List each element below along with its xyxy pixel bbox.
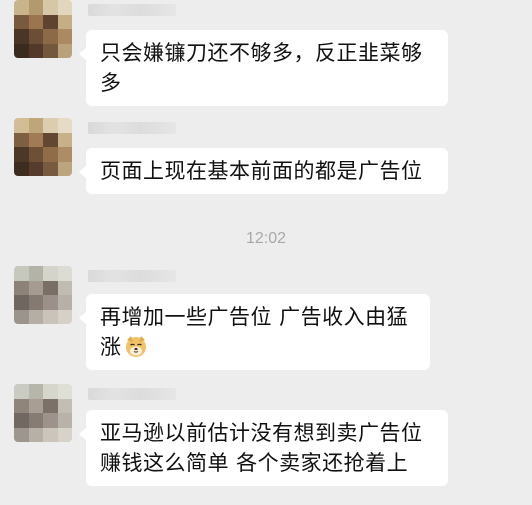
avatar[interactable] [14,384,72,442]
doge-emoji-icon [125,336,146,357]
avatar[interactable] [14,118,72,176]
message-bubble[interactable]: 再增加一些广告位 广告收入由猛涨 [79,294,430,370]
sender-name-blurred [88,388,176,400]
sender-name-blurred [88,270,176,282]
message-timestamp: 12:02 [245,230,287,247]
avatar[interactable] [14,0,72,58]
message-text: 亚马逊以前估计没有想到卖广告位赚钱这么简单 各个卖家还抢着上 [100,421,423,475]
avatar[interactable] [14,266,72,324]
sender-name-blurred [88,4,176,16]
message-bubble[interactable]: 页面上现在基本前面的都是广告位 [79,148,448,194]
sender-name-blurred [88,122,176,134]
message-text: 页面上现在基本前面的都是广告位 [100,159,423,183]
message-bubble[interactable]: 亚马逊以前估计没有想到卖广告位赚钱这么简单 各个卖家还抢着上 [79,410,448,486]
message-text: 只会嫌镰刀还不够多，反正韭菜够多 [100,41,423,95]
message-bubble[interactable]: 只会嫌镰刀还不够多，反正韭菜够多 [79,30,448,106]
